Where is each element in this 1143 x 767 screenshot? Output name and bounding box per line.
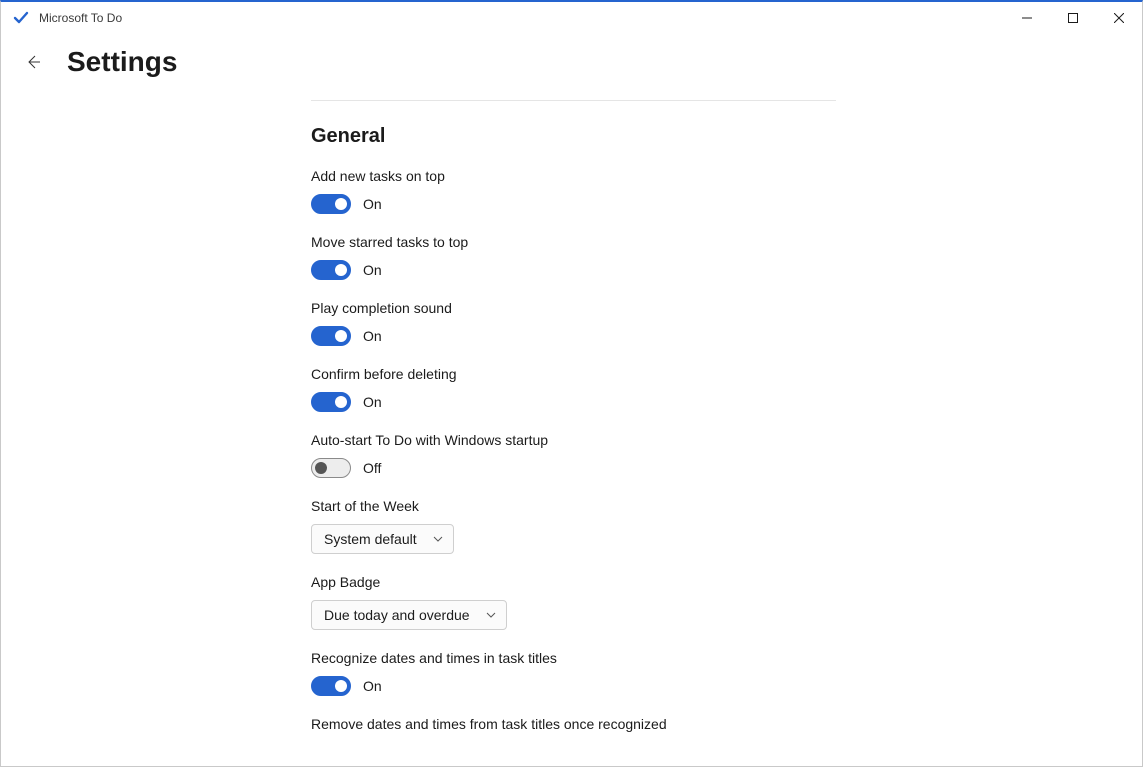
chevron-down-icon — [486, 607, 496, 623]
setting-label: Play completion sound — [311, 300, 871, 316]
setting-label: Auto-start To Do with Windows startup — [311, 432, 871, 448]
setting-label: App Badge — [311, 574, 871, 590]
window-close-button[interactable] — [1096, 2, 1142, 34]
toggle-confirm-before-deleting[interactable] — [311, 392, 351, 412]
toggle-move-starred-top[interactable] — [311, 260, 351, 280]
setting-recognize-dates: Recognize dates and times in task titles… — [311, 650, 871, 696]
setting-label: Remove dates and times from task titles … — [311, 716, 871, 732]
section-title-general: General — [311, 125, 871, 148]
toggle-add-tasks-on-top[interactable] — [311, 194, 351, 214]
page-title: Settings — [67, 46, 177, 78]
dropdown-value: System default — [324, 531, 417, 547]
toggle-state: On — [363, 196, 382, 212]
setting-confirm-before-deleting: Confirm before deleting On — [311, 366, 871, 412]
toggle-play-completion-sound[interactable] — [311, 326, 351, 346]
section-divider — [311, 100, 836, 101]
setting-remove-dates: Remove dates and times from task titles … — [311, 716, 871, 732]
dropdown-app-badge[interactable]: Due today and overdue — [311, 600, 507, 630]
window-maximize-button[interactable] — [1050, 2, 1096, 34]
setting-start-of-week: Start of the Week System default — [311, 498, 871, 554]
dropdown-value: Due today and overdue — [324, 607, 470, 623]
setting-label: Add new tasks on top — [311, 168, 871, 184]
setting-add-tasks-on-top: Add new tasks on top On — [311, 168, 871, 214]
setting-auto-start: Auto-start To Do with Windows startup Of… — [311, 432, 871, 478]
toggle-state: On — [363, 394, 382, 410]
toggle-state: On — [363, 328, 382, 344]
dropdown-start-of-week[interactable]: System default — [311, 524, 454, 554]
app-icon — [13, 10, 29, 26]
setting-label: Move starred tasks to top — [311, 234, 871, 250]
window-titlebar: Microsoft To Do — [1, 2, 1142, 34]
setting-label: Recognize dates and times in task titles — [311, 650, 871, 666]
toggle-auto-start[interactable] — [311, 458, 351, 478]
toggle-state: Off — [363, 460, 381, 476]
back-button[interactable] — [19, 48, 47, 76]
page-header: Settings — [1, 34, 1142, 90]
setting-label: Confirm before deleting — [311, 366, 871, 382]
setting-app-badge: App Badge Due today and overdue — [311, 574, 871, 630]
content-scroll[interactable]: General Add new tasks on top On Move sta… — [1, 90, 1136, 760]
window-title: Microsoft To Do — [39, 11, 122, 25]
chevron-down-icon — [433, 531, 443, 547]
toggle-state: On — [363, 678, 382, 694]
window-minimize-button[interactable] — [1004, 2, 1050, 34]
toggle-state: On — [363, 262, 382, 278]
setting-move-starred-top: Move starred tasks to top On — [311, 234, 871, 280]
setting-label: Start of the Week — [311, 498, 871, 514]
toggle-recognize-dates[interactable] — [311, 676, 351, 696]
setting-play-completion-sound: Play completion sound On — [311, 300, 871, 346]
